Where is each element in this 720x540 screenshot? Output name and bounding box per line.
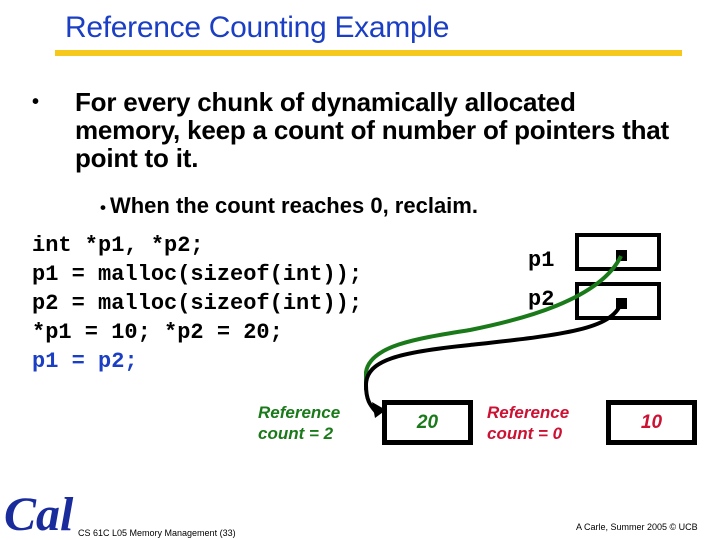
refcount-label-20: Reference count = 2 xyxy=(258,402,340,444)
bullet-level-2: • When the count reaches 0, reclaim. xyxy=(100,193,478,219)
memory-block-10: 10 xyxy=(606,400,697,445)
bullet-icon: • xyxy=(100,198,106,217)
code-block: int *p1, *p2; p1 = malloc(sizeof(int)); p2… xyxy=(32,231,362,376)
code-line: *p1 = 10; *p2 = 20; xyxy=(32,320,283,345)
refcount-line: Reference xyxy=(487,403,570,422)
title-underline xyxy=(55,50,682,56)
footer-copyright: A Carle, Summer 2005 © UCB xyxy=(576,522,698,532)
bullet-icon: • xyxy=(32,91,39,113)
bullet-text: For every chunk of dynamically allocated… xyxy=(75,87,669,173)
code-line-highlighted: p1 = p2; xyxy=(32,349,138,374)
code-line: p1 = malloc(sizeof(int)); xyxy=(32,262,363,287)
bullet-text: When the count reaches 0, reclaim. xyxy=(109,193,478,218)
memory-block-20: 20 xyxy=(382,400,473,445)
refcount-line: Reference xyxy=(258,403,341,422)
cal-logo-text: Cal xyxy=(4,488,74,538)
pointer-dot-p1 xyxy=(616,250,627,261)
pointer-label-p1: p1 xyxy=(528,248,555,273)
pointer-label-p2: p2 xyxy=(528,287,555,312)
refcount-label-10: Reference count = 0 xyxy=(487,402,569,444)
refcount-line: count = 2 xyxy=(258,424,334,443)
arrow-p1 xyxy=(364,255,623,390)
code-line: int *p1, *p2; xyxy=(32,233,204,258)
cal-logo: Cal xyxy=(4,488,74,538)
refcount-line: count = 0 xyxy=(487,424,563,443)
pointer-dot-p2 xyxy=(616,298,627,309)
code-line: p2 = malloc(sizeof(int)); xyxy=(32,291,363,316)
slide-title: Reference Counting Example xyxy=(65,11,450,44)
footer-course: CS 61C L05 Memory Management (33) xyxy=(78,528,236,538)
